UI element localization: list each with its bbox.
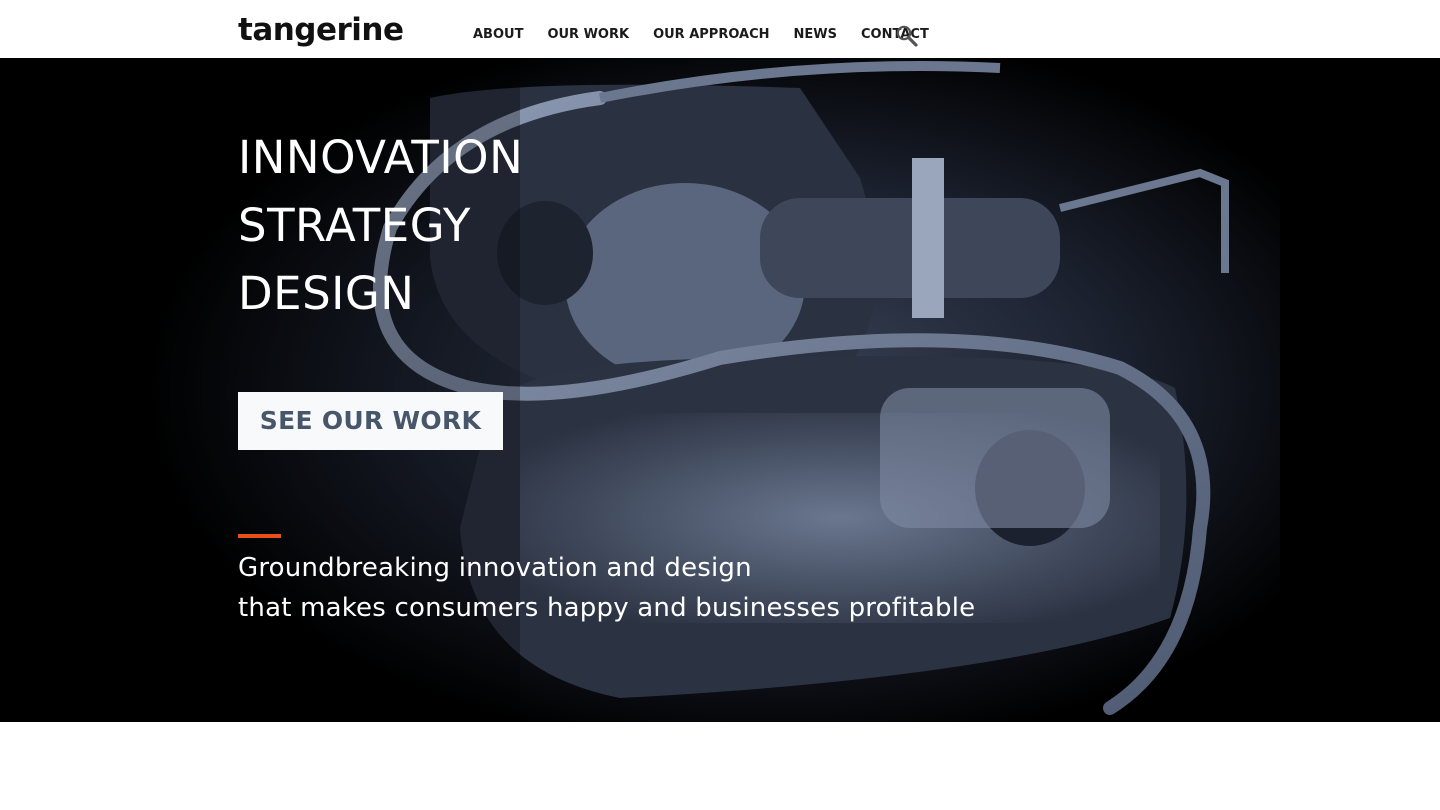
- nav-item-our-approach[interactable]: OUR APPROACH: [653, 26, 769, 44]
- accent-divider: [238, 534, 281, 538]
- logo[interactable]: tangerine: [238, 10, 404, 50]
- hero-section: INNOVATION STRATEGY DESIGN SEE OUR WORK …: [0, 58, 1440, 722]
- search-icon[interactable]: [895, 24, 919, 48]
- hero-tagline: Groundbreaking innovation and design tha…: [238, 548, 975, 628]
- headline-line-2: STRATEGY: [238, 199, 471, 252]
- hero-headline: INNOVATION STRATEGY DESIGN: [238, 124, 523, 328]
- headline-line-1: INNOVATION: [238, 131, 524, 184]
- see-our-work-button[interactable]: SEE OUR WORK: [238, 392, 503, 450]
- tagline-line-2: that makes consumers happy and businesse…: [238, 593, 976, 623]
- nav-item-about[interactable]: ABOUT: [473, 26, 523, 44]
- nav-item-news[interactable]: NEWS: [794, 26, 837, 44]
- headline-line-3: DESIGN: [238, 267, 415, 320]
- nav-item-our-work[interactable]: OUR WORK: [547, 26, 629, 44]
- tagline-line-1: Groundbreaking innovation and design: [238, 553, 752, 583]
- main-nav: ABOUT OUR WORK OUR APPROACH NEWS CONTACT: [473, 26, 953, 44]
- site-header: tangerine ABOUT OUR WORK OUR APPROACH NE…: [0, 0, 1440, 58]
